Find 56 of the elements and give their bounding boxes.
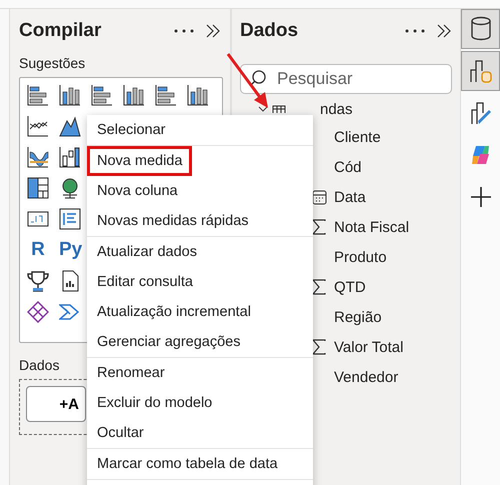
diamond-icon[interactable]	[27, 301, 49, 323]
treemap-icon[interactable]	[27, 177, 49, 199]
trophy-icon[interactable]	[27, 270, 49, 292]
menu-item[interactable]: Excluir do modelo	[87, 388, 222, 418]
column-chart-icon[interactable]	[59, 84, 81, 106]
section-label: Sugestões	[19, 55, 86, 71]
column-chart-icon[interactable]	[187, 84, 209, 106]
field-item[interactable]: Valor Total	[334, 338, 404, 356]
menu-item[interactable]: Editar consulta	[87, 267, 203, 297]
menu-item[interactable]: Gerenciar agregações	[87, 327, 250, 357]
collapse-icon[interactable]	[205, 23, 221, 39]
field-item[interactable]: Região	[334, 308, 382, 326]
waterfall-chart-icon[interactable]	[59, 146, 81, 168]
bar-chart-icon[interactable]	[91, 84, 113, 106]
pane-title: Compilar	[19, 20, 102, 42]
section-label: Dados	[19, 357, 60, 373]
menu-item[interactable]: Nova medida	[87, 146, 192, 176]
menu-item[interactable]: Nova coluna	[87, 176, 188, 206]
sigma-icon	[312, 279, 326, 295]
more-icon[interactable]	[173, 28, 195, 34]
visual-icon[interactable]: Py	[59, 239, 81, 261]
field-item[interactable]: Vendedor	[334, 368, 398, 386]
bar-chart-icon[interactable]	[155, 84, 177, 106]
collapse-icon[interactable]	[436, 23, 452, 39]
sigma-icon	[312, 339, 326, 355]
add-data-button[interactable]: +A	[26, 386, 86, 422]
line-chart-icon[interactable]	[27, 115, 49, 137]
chart-database-icon[interactable]	[461, 51, 500, 91]
expand-icon[interactable]	[258, 104, 268, 114]
search-field[interactable]: Pesquisar	[240, 64, 452, 94]
field-item[interactable]: Data	[334, 188, 366, 206]
field-item[interactable]: Produto	[334, 248, 387, 266]
menu-item[interactable]: Atualizar dados	[87, 237, 207, 267]
field-item[interactable]: Cód	[334, 158, 362, 176]
sigma-icon	[312, 219, 326, 235]
column-chart-icon[interactable]	[123, 84, 145, 106]
field-item[interactable]: Nota Fiscal	[334, 218, 410, 236]
calendar-icon	[312, 190, 327, 204]
field-item[interactable]: Cliente	[334, 128, 381, 146]
menu-item[interactable]: Selecionar	[87, 115, 176, 145]
list-icon[interactable]	[59, 208, 81, 230]
menu-item[interactable]: Novas medidas rápidas	[87, 206, 259, 236]
more-icon[interactable]	[404, 28, 426, 34]
menu-item[interactable]: Renomear	[87, 358, 175, 388]
ribbon-chart-icon[interactable]	[27, 146, 49, 168]
table-name[interactable]: ndas	[320, 100, 353, 118]
field-item[interactable]: QTD	[334, 278, 366, 296]
menu-item[interactable]: Atualização incremental	[87, 297, 261, 327]
menu-item[interactable]: Ocultar	[87, 418, 154, 448]
database-icon[interactable]	[461, 9, 500, 49]
visual-icon[interactable]: R	[27, 239, 49, 261]
menu-item[interactable]: Marcar como tabela de data	[87, 449, 288, 479]
area-chart-icon[interactable]	[59, 115, 81, 137]
bar-chart-icon[interactable]	[27, 84, 49, 106]
pane-title: Dados	[240, 20, 300, 42]
table-icon	[272, 105, 286, 113]
